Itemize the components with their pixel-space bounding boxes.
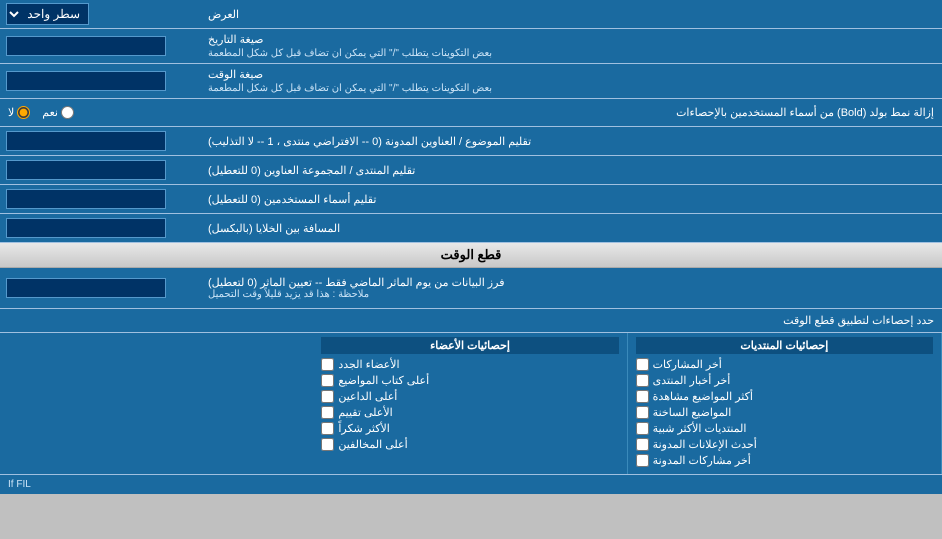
time-format-input-container: H:i	[0, 64, 200, 98]
check-member-2: أعلى كتاب المواضيع	[321, 374, 618, 387]
time-format-input[interactable]: H:i	[6, 71, 166, 91]
bold-remove-row: إزالة نمط بولد (Bold) من أسماء المستخدمي…	[0, 99, 942, 127]
checkbox-member-6[interactable]	[321, 438, 334, 451]
main-container: العرض سطر واحد صيغة التاريخ بعض التكوينا…	[0, 0, 942, 494]
display-row: العرض سطر واحد	[0, 0, 942, 29]
checkbox-forum-6[interactable]	[636, 438, 649, 451]
time-cutoff-section-header: قطع الوقت	[0, 243, 942, 268]
time-cutoff-label: فرز البيانات من يوم الماثر الماضي فقط --…	[200, 268, 942, 308]
display-input: سطر واحد	[0, 0, 200, 28]
bold-remove-yes-radio[interactable]	[61, 106, 74, 119]
checkbox-member-4[interactable]	[321, 406, 334, 419]
checkbox-member-2[interactable]	[321, 374, 334, 387]
time-format-label: صيغة الوقت بعض التكوينات يتطلب "/" التي …	[200, 64, 942, 98]
bold-remove-label: إزالة نمط بولد (Bold) من أسماء المستخدمي…	[84, 106, 934, 119]
bold-remove-yes-label[interactable]: نعم	[42, 106, 74, 119]
checkbox-member-5[interactable]	[321, 422, 334, 435]
forum-stats-header: إحصائيات المنتديات	[636, 337, 933, 354]
check-item-1: أخر المشاركات	[636, 358, 933, 371]
checkbox-forum-5[interactable]	[636, 422, 649, 435]
date-format-row: صيغة التاريخ بعض التكوينات يتطلب "/" الت…	[0, 29, 942, 64]
checkbox-member-1[interactable]	[321, 358, 334, 371]
checkbox-forum-2[interactable]	[636, 374, 649, 387]
check-item-7: أخر مشاركات المدونة	[636, 454, 933, 467]
extra-column	[0, 333, 313, 474]
usernames-label: تقليم أسماء المستخدمين (0 للتعطيل)	[200, 185, 942, 213]
cell-spacing-row: المسافة بين الخلايا (بالبكسل) 2	[0, 214, 942, 243]
usernames-input[interactable]: 0	[6, 189, 166, 209]
time-format-row: صيغة الوقت بعض التكوينات يتطلب "/" التي …	[0, 64, 942, 99]
check-item-4: المواضيع الساخنة	[636, 406, 933, 419]
topics-titles-input[interactable]: 33	[6, 131, 166, 151]
forum-stats-column: إحصائيات المنتديات أخر المشاركات أخر أخب…	[628, 333, 942, 474]
footer-text: If FIL	[8, 479, 31, 490]
forum-titles-input-container: 33	[0, 156, 200, 184]
cell-spacing-input[interactable]: 2	[6, 218, 166, 238]
check-item-3: أكثر المواضيع مشاهدة	[636, 390, 933, 403]
checkbox-forum-1[interactable]	[636, 358, 649, 371]
footer-text-row: If FIL	[0, 475, 942, 494]
time-cutoff-input-container: 0	[0, 268, 200, 308]
define-stats-row: حدد إحصاءات لتطبيق قطع الوقت	[0, 309, 942, 333]
time-cutoff-input[interactable]: 0	[6, 278, 166, 298]
checkbox-member-3[interactable]	[321, 390, 334, 403]
bold-remove-no-label[interactable]: لا	[8, 106, 30, 119]
check-member-5: الأكثر شكراً	[321, 422, 618, 435]
check-member-4: الأعلى تقييم	[321, 406, 618, 419]
check-member-6: أعلى المخالفين	[321, 438, 618, 451]
check-member-3: أعلى الداعين	[321, 390, 618, 403]
topics-titles-row: تقليم الموضوع / العناوين المدونة (0 -- ا…	[0, 127, 942, 156]
display-select[interactable]: سطر واحد	[6, 3, 89, 25]
member-stats-column: إحصائيات الأعضاء الأعضاء الجدد أعلى كتاب…	[313, 333, 627, 474]
forum-titles-row: تقليم المنتدى / المجموعة العناوين (0 للت…	[0, 156, 942, 185]
check-item-2: أخر أخبار المنتدى	[636, 374, 933, 387]
usernames-row: تقليم أسماء المستخدمين (0 للتعطيل) 0	[0, 185, 942, 214]
member-stats-header: إحصائيات الأعضاء	[321, 337, 618, 354]
date-format-input[interactable]: d-m	[6, 36, 166, 56]
time-cutoff-row: فرز البيانات من يوم الماثر الماضي فقط --…	[0, 268, 942, 309]
checkbox-forum-7[interactable]	[636, 454, 649, 467]
bold-remove-no-radio[interactable]	[17, 106, 30, 119]
bold-remove-radio-group: نعم لا	[8, 106, 74, 119]
checkbox-forum-4[interactable]	[636, 406, 649, 419]
date-format-input-container: d-m	[0, 29, 200, 63]
checkboxes-container: إحصائيات المنتديات أخر المشاركات أخر أخب…	[0, 333, 942, 475]
check-item-5: المنتديات الأكثر شبية	[636, 422, 933, 435]
cell-spacing-label: المسافة بين الخلايا (بالبكسل)	[200, 214, 942, 242]
cell-spacing-input-container: 2	[0, 214, 200, 242]
topics-titles-input-container: 33	[0, 127, 200, 155]
usernames-input-container: 0	[0, 185, 200, 213]
date-format-label: صيغة التاريخ بعض التكوينات يتطلب "/" الت…	[200, 29, 942, 63]
display-label: العرض	[200, 0, 942, 28]
forum-titles-label: تقليم المنتدى / المجموعة العناوين (0 للت…	[200, 156, 942, 184]
check-member-1: الأعضاء الجدد	[321, 358, 618, 371]
topics-titles-label: تقليم الموضوع / العناوين المدونة (0 -- ا…	[200, 127, 942, 155]
forum-titles-input[interactable]: 33	[6, 160, 166, 180]
check-item-6: أحدث الإعلانات المدونة	[636, 438, 933, 451]
checkbox-forum-3[interactable]	[636, 390, 649, 403]
